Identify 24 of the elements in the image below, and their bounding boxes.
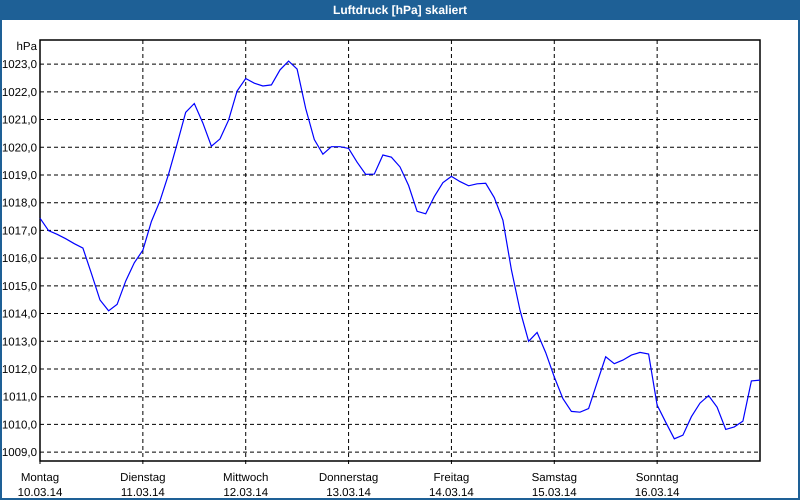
x-tick-label: Sonntag 16.03.14 xyxy=(634,472,680,498)
y-axis-label: hPa xyxy=(16,41,37,53)
x-tick-label: Donnerstag 13.03.14 xyxy=(318,472,378,498)
x-tick-label: Mittwoch 12.03.14 xyxy=(223,472,268,498)
y-tick-label: 1020,0 xyxy=(2,142,37,154)
y-tick-label: 1013,0 xyxy=(2,336,37,348)
y-tick-label: 1018,0 xyxy=(2,198,37,210)
y-tick-label: 1023,0 xyxy=(2,59,37,72)
y-tick-label: 1014,0 xyxy=(2,308,37,321)
y-tick-label: 1016,0 xyxy=(2,253,37,266)
chart-title: Luftdruck [hPa] skaliert xyxy=(332,2,468,19)
x-tick-label: Dienstag 11.03.14 xyxy=(120,472,166,498)
x-tick-label: Freitag 14.03.14 xyxy=(429,472,474,498)
y-tick-label: 1017,0 xyxy=(2,225,37,238)
x-tick-label: Samstag 15.03.14 xyxy=(532,472,577,498)
y-tick-label: 1021,0 xyxy=(2,114,37,127)
y-tick-label: 1022,0 xyxy=(2,86,37,99)
y-tick-label: 1012,0 xyxy=(2,364,37,376)
y-tick-label: 1009,0 xyxy=(2,447,37,460)
y-tick-label: 1015,0 xyxy=(2,280,37,293)
x-tick-label: Montag 10.03.14 xyxy=(18,472,62,498)
y-tick-label: 1011,0 xyxy=(2,392,37,404)
y-tick-label: 1019,0 xyxy=(2,170,37,182)
y-tick-label: 1010,0 xyxy=(2,419,37,432)
